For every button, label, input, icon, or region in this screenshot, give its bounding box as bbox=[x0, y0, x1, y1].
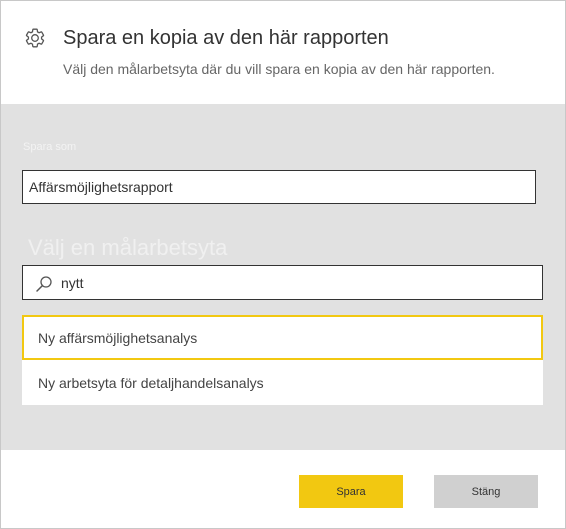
workspace-search-input[interactable] bbox=[61, 266, 531, 299]
dialog-footer: Spara Stäng bbox=[1, 450, 565, 528]
workspace-search-box[interactable] bbox=[22, 265, 543, 300]
target-workspace-label: Välj en målarbetsyta bbox=[28, 235, 228, 260]
dialog-body: Spara som Välj en målarbetsyta Ny affärs… bbox=[1, 104, 565, 450]
close-button[interactable]: Stäng bbox=[434, 475, 538, 508]
workspace-item-ny-affarsmojlighetsanalys[interactable]: Ny affärsmöjlighetsanalys bbox=[22, 315, 543, 360]
search-icon bbox=[36, 276, 52, 292]
save-as-label: Spara som bbox=[23, 141, 77, 153]
dialog-subtitle: Välj den målarbetsyta där du vill spara … bbox=[63, 61, 495, 77]
dialog-header: Spara en kopia av den här rapporten Välj… bbox=[1, 1, 565, 104]
save-button[interactable]: Spara bbox=[299, 475, 403, 508]
gear-icon bbox=[25, 28, 45, 48]
report-name-input[interactable] bbox=[22, 170, 536, 204]
workspace-list: Ny affärsmöjlighetsanalys Ny arbetsyta f… bbox=[22, 315, 543, 405]
save-copy-dialog: Spara en kopia av den här rapporten Välj… bbox=[0, 0, 566, 529]
dialog-title: Spara en kopia av den här rapporten bbox=[63, 27, 389, 49]
workspace-item-ny-arbetsyta-detaljhandelsanalys[interactable]: Ny arbetsyta för detaljhandelsanalys bbox=[22, 360, 543, 405]
